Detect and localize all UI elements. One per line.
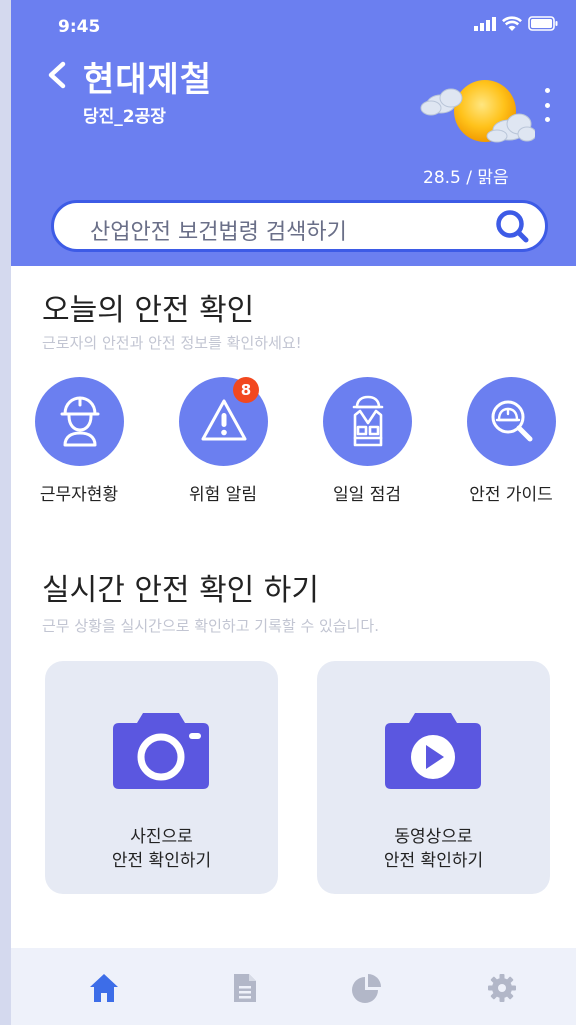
dot-icon	[544, 117, 550, 122]
camera-icon	[113, 713, 209, 789]
menu-label: 일일 점검	[333, 485, 401, 505]
battery-icon	[528, 16, 558, 31]
pie-chart-icon[interactable]	[352, 972, 382, 1004]
dot-icon	[544, 102, 550, 108]
app-screen: 9:45 현대제철 당진_2공장 28.5 / 맑음 산업안전 보건법령 검색하…	[11, 0, 576, 1025]
realtime-subtitle: 근무 상황을 실시간으로 확인하고 기록할 수 있습니다.	[42, 617, 379, 635]
tab-bar	[11, 948, 576, 1025]
menu-circle	[34, 377, 124, 466]
document-icon[interactable]	[230, 972, 260, 1004]
worker-helmet-icon	[60, 396, 99, 447]
home-icon[interactable]	[89, 972, 119, 1004]
search-icon[interactable]	[493, 207, 533, 247]
today-subtitle: 근로자의 안전과 안전 정보를 확인하세요!	[42, 334, 302, 352]
search-bar[interactable]: 산업안전 보건법령 검색하기	[51, 200, 548, 252]
today-title: 오늘의 안전 확인	[42, 293, 255, 328]
menu-danger-alert[interactable]: 8 위험 알림	[168, 377, 278, 505]
menu-label: 안전 가이드	[469, 485, 553, 505]
card-label: 동영상으로 안전 확인하기	[317, 825, 550, 873]
card-label-line: 동영상으로	[394, 827, 473, 847]
menu-label: 위험 알림	[189, 485, 257, 505]
search-input[interactable]: 산업안전 보건법령 검색하기	[90, 214, 347, 246]
today-menu: 근무자현황 8 위험 알림 일일 점검 안전 가이드	[11, 377, 576, 517]
video-camera-icon	[385, 713, 481, 789]
wifi-icon	[502, 16, 522, 31]
weather-text: 28.5 / 맑음	[423, 168, 509, 188]
company-name: 현대제철	[83, 60, 213, 100]
status-time: 9:45	[58, 17, 101, 37]
status-icons	[474, 16, 558, 31]
plant-name: 당진_2공장	[83, 107, 166, 127]
card-label-line: 안전 확인하기	[383, 851, 484, 871]
warning-icon	[201, 399, 246, 441]
menu-label: 근무자현황	[39, 485, 119, 505]
video-check-card[interactable]: 동영상으로 안전 확인하기	[317, 661, 550, 894]
menu-worker-status[interactable]: 근무자현황	[24, 377, 134, 505]
card-label: 사진으로 안전 확인하기	[45, 825, 278, 873]
card-label-line: 사진으로	[130, 827, 193, 847]
menu-circle	[322, 377, 412, 466]
safety-vest-icon	[352, 395, 383, 447]
notification-badge: 8	[233, 377, 259, 403]
gear-icon[interactable]	[487, 972, 517, 1004]
menu-safety-guide[interactable]: 안전 가이드	[456, 377, 566, 505]
back-button[interactable]	[44, 60, 70, 90]
header: 9:45 현대제철 당진_2공장 28.5 / 맑음 산업안전 보건법령 검색하…	[11, 0, 576, 266]
menu-daily-check[interactable]: 일일 점검	[312, 377, 422, 505]
photo-check-card[interactable]: 사진으로 안전 확인하기	[45, 661, 278, 894]
signal-icon	[474, 16, 496, 31]
search-helmet-icon	[491, 400, 532, 442]
sun-cloud-icon	[420, 80, 535, 143]
more-options-button[interactable]	[541, 88, 553, 122]
menu-circle	[466, 377, 556, 466]
card-label-line: 안전 확인하기	[111, 851, 212, 871]
realtime-title: 실시간 안전 확인 하기	[42, 573, 320, 608]
dot-icon	[544, 88, 550, 93]
